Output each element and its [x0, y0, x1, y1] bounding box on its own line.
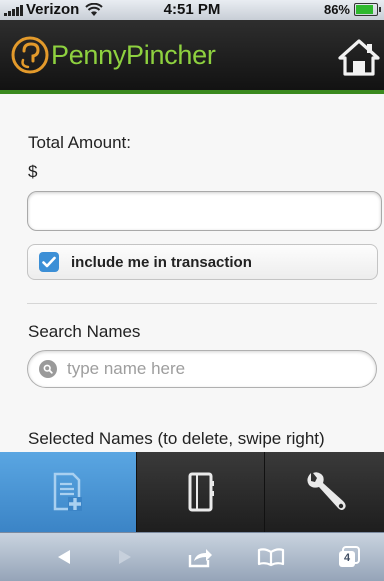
app-logo[interactable]: PennyPincher — [10, 35, 216, 75]
forward-icon — [119, 550, 131, 564]
bookmarks-button[interactable] — [256, 543, 286, 571]
bookmarks-icon — [257, 548, 285, 567]
wrench-icon — [306, 472, 346, 510]
search-names-input[interactable]: type name here — [27, 350, 377, 388]
search-placeholder: type name here — [67, 359, 186, 378]
battery-level — [356, 5, 374, 14]
tab-notebook[interactable] — [137, 452, 265, 532]
new-transaction-icon — [53, 472, 82, 511]
app-header: PennyPincher — [0, 20, 384, 94]
back-button[interactable] — [52, 543, 76, 571]
status-bar-right: 86% — [323, 2, 381, 17]
status-bar: Verizon 4:51 PM 86% — [0, 0, 384, 20]
total-amount-input[interactable] — [27, 191, 382, 231]
tab-settings[interactable] — [265, 452, 384, 532]
include-me-checkbox[interactable] — [39, 252, 59, 272]
share-button[interactable] — [185, 543, 215, 571]
selected-names-label: Selected Names (to delete, swipe right) — [28, 429, 325, 448]
browser-toolbar: 4 — [0, 532, 384, 581]
include-me-label: include me in transaction — [71, 253, 252, 271]
include-me-toggle[interactable]: include me in transaction — [27, 244, 378, 280]
tab-count: 4 — [344, 552, 351, 564]
section-divider — [27, 303, 377, 304]
currency-symbol: $ — [28, 162, 38, 181]
search-names-label: Search Names — [28, 322, 141, 341]
tab-new-transaction[interactable] — [0, 452, 137, 532]
total-amount-label: Total Amount: — [28, 133, 132, 152]
notebook-icon — [188, 472, 214, 512]
search-icon — [39, 360, 57, 378]
back-icon — [58, 550, 70, 564]
forward-button[interactable] — [113, 543, 137, 571]
piggy-logo-icon — [11, 36, 49, 74]
transaction-form: Total Amount: $ include me in transactio… — [0, 96, 384, 452]
battery-icon — [354, 3, 381, 16]
checkmark-icon — [42, 256, 56, 268]
app-name: PennyPincher — [51, 39, 216, 70]
battery-percent: 86% — [323, 2, 350, 17]
home-icon[interactable] — [338, 38, 380, 76]
share-icon — [188, 549, 212, 568]
app-tab-bar — [0, 452, 384, 532]
tabs-button[interactable]: 4 — [334, 543, 364, 571]
